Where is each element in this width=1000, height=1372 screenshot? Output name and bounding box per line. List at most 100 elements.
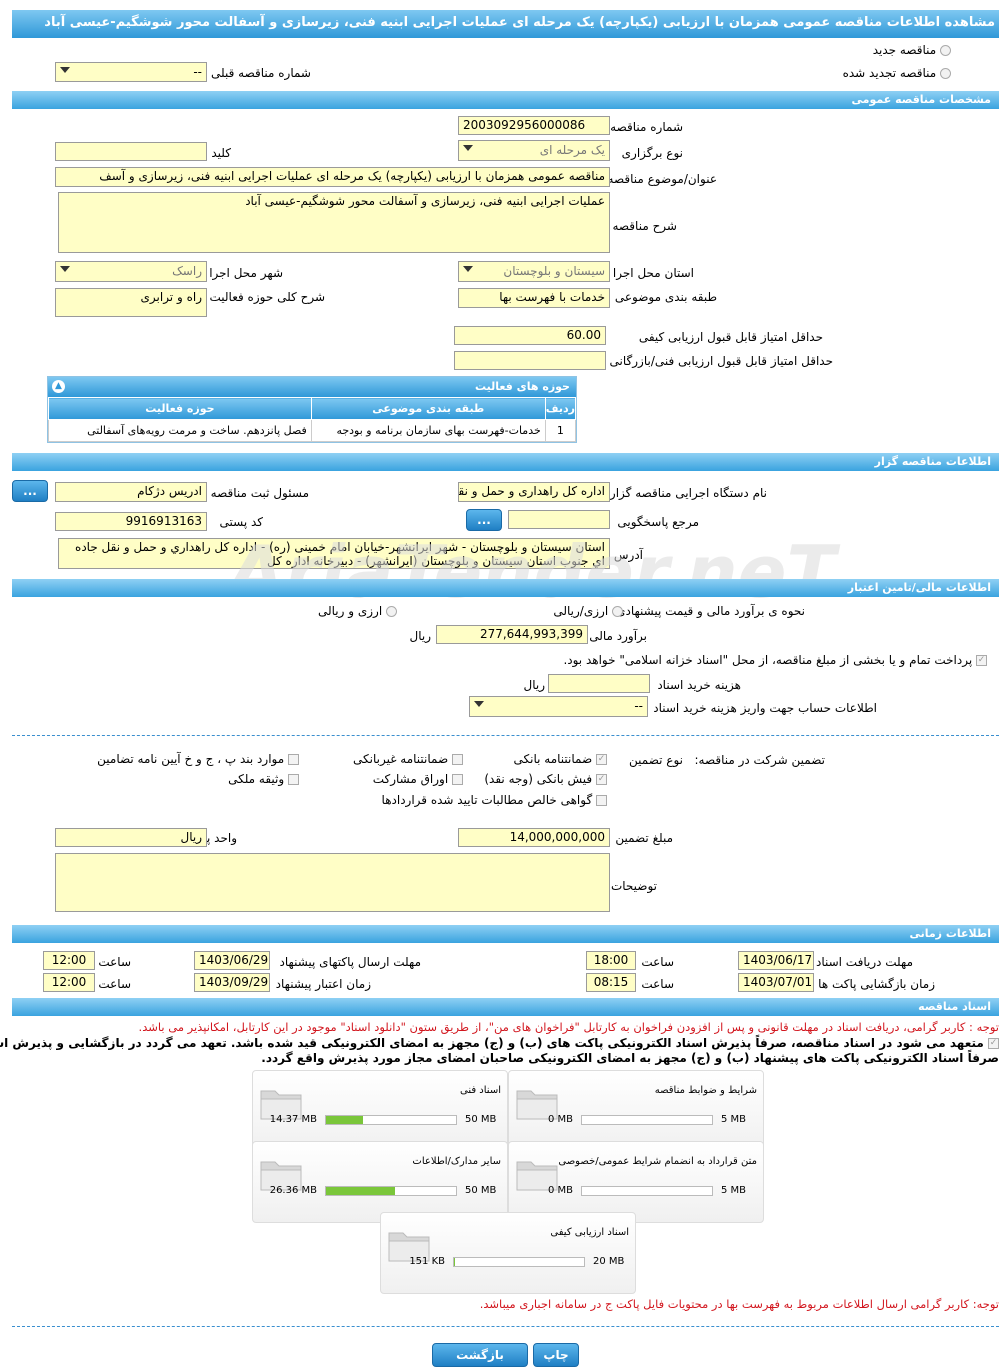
chevron-down-icon: [464, 145, 474, 151]
org-label: نام دستگاه اجرایی مناقصه گزار: [610, 486, 768, 500]
print-button[interactable]: چاپ: [534, 1343, 580, 1367]
description-field[interactable]: عملیات اجرایی ابنیه فنی، زیرسازی و آسفال…: [59, 192, 611, 253]
prev-tender-value: --: [194, 65, 203, 79]
opening-date[interactable]: 1403/07/01: [739, 973, 815, 992]
checkbox-icon: [289, 754, 300, 765]
col-category: طبقه بندی موضوعی: [311, 397, 547, 420]
doc-cost-label: هزینه خرید اسناد: [658, 678, 742, 692]
cell-scope: فصل پانزدهم. ساخت و مرمت رویه‌های آسفالت…: [49, 419, 313, 442]
doc-progress: [454, 1257, 586, 1267]
city-value: راسک: [173, 264, 203, 278]
org-field[interactable]: اداره کل راهداری و حمل و نقل: [459, 482, 611, 502]
receive-deadline-time[interactable]: 18:00: [587, 951, 637, 970]
guarantee-option-claims[interactable]: گواهی خالص مطالبات تایید شده قراردادها: [383, 793, 608, 807]
cell-row: 1: [545, 419, 578, 442]
method-option-1[interactable]: ارزی/ریالی: [554, 604, 624, 618]
general-section-header: مشخصات مناقصه عمومی: [13, 91, 1000, 109]
doc-current-size: 0 MB: [548, 1185, 574, 1196]
scope-field[interactable]: راه و ترابری: [56, 288, 208, 317]
timing-section-header: اطلاعات زمانی: [13, 925, 1000, 943]
validity-time[interactable]: 12:00: [44, 973, 96, 992]
activity-table: ردیف طبقه بندی موضوعی حوزه فعالیت 1 خدما…: [49, 397, 578, 442]
doc-progress: [326, 1186, 458, 1196]
account-select[interactable]: --: [470, 696, 649, 717]
keyword-field[interactable]: [56, 142, 208, 161]
doc-max-size: 50 MB: [466, 1185, 498, 1196]
guarantee-option-nonbank[interactable]: ضمانتنامه غیربانکی: [354, 752, 464, 766]
scope-label: شرح کلی حوزه فعالیت: [210, 290, 327, 304]
province-select[interactable]: سیستان و بلوچستان: [459, 261, 611, 282]
description-label: شرح مناقصه: [613, 219, 678, 233]
doc-current-size: 26.36 MB: [270, 1185, 318, 1196]
prev-tender-label: شماره مناقصه قبلی: [212, 66, 312, 80]
registrar-lookup-button[interactable]: ...: [13, 480, 49, 502]
doc-progress-fill: [327, 1187, 396, 1195]
holding-type-select[interactable]: یک مرحله ای: [459, 140, 611, 161]
estimate-method-label: نحوه ی برآورد مالی و قیمت پیشنهادی: [617, 604, 806, 618]
guarantee-option-label: ضمانتنامه غیربانکی: [353, 752, 450, 766]
new-tender-label: مناقصه جدید: [873, 43, 938, 57]
estimate-field[interactable]: 277,644,993,399: [437, 625, 589, 644]
method-option-2[interactable]: ارزی و ریالی: [319, 604, 398, 618]
holding-type-value: یک مرحله ای: [540, 143, 606, 157]
subject-field[interactable]: مناقصه عمومی همزمان با ارزیابی (یکپارچه)…: [56, 167, 611, 187]
validity-time-label: ساعت: [99, 977, 132, 991]
prev-tender-select[interactable]: --: [56, 62, 208, 82]
postal-code-field[interactable]: 9916913163: [56, 512, 208, 531]
cell-category: خدمات-فهرست بهای سازمان برنامه و بودجه: [311, 419, 547, 442]
reference-field[interactable]: [509, 510, 611, 529]
collapse-icon[interactable]: ▲: [53, 380, 66, 393]
holding-type-label: نوع برگزاری: [622, 146, 684, 160]
guarantee-option-cash[interactable]: ✓ فیش بانکی (وجه نقد): [485, 772, 608, 786]
send-deadline-time[interactable]: 12:00: [44, 951, 96, 970]
chevron-down-icon: [464, 266, 474, 272]
province-value: سیستان و بلوچستان: [504, 264, 606, 278]
validity-date[interactable]: 1403/09/29: [195, 973, 271, 992]
doc-card[interactable]: اسناد ارزیابی کیفی 151 KB 20 MB: [381, 1212, 637, 1294]
doc-progress-fill: [327, 1116, 365, 1124]
doc-card[interactable]: سایر مدارک/اطلاعات 26.36 MB 50 MB: [253, 1141, 509, 1223]
method-option-2-label: ارزی و ریالی: [318, 604, 384, 618]
city-select[interactable]: راسک: [56, 261, 208, 282]
send-deadline-date[interactable]: 1403/06/29: [195, 951, 271, 970]
participation-guarantee-label: تضمین شرکت در مناقصه:: [695, 753, 826, 767]
guarantee-amount-field[interactable]: 14,000,000,000: [459, 828, 611, 847]
opening-time[interactable]: 08:15: [587, 973, 637, 992]
guarantee-option-bank[interactable]: ✓ ضمانتنامه بانکی: [515, 752, 608, 766]
doc-max-size: 5 MB: [722, 1185, 748, 1196]
doc-cost-unit: ریال: [524, 678, 546, 692]
doc-card[interactable]: اسناد فنی 14.37 MB 50 MB: [253, 1070, 509, 1152]
treasury-checkbox[interactable]: ✓ پرداخت تمام و یا بخشی از مبلغ مناقصه، …: [564, 653, 988, 667]
currency-field[interactable]: ریال: [56, 828, 208, 847]
min-quality-label: حداقل امتیاز قابل قبول ارزیابی کیفی: [639, 330, 824, 344]
new-tender-radio[interactable]: مناقصه جدید: [874, 43, 952, 57]
doc-name: اسناد ارزیابی کیفی: [551, 1227, 630, 1238]
back-button[interactable]: بازگشت: [433, 1343, 529, 1367]
method-option-1-label: ارزی/ریالی: [554, 604, 610, 618]
doc-card[interactable]: شرایط و ضوابط مناقصه 0 MB 5 MB: [509, 1070, 765, 1152]
category-field[interactable]: خدمات با فهرست بها: [459, 288, 611, 308]
renewed-tender-radio[interactable]: مناقصه تجدید شده: [844, 66, 952, 80]
guarantee-option-bonds[interactable]: اوراق مشارکت: [374, 772, 464, 786]
receive-deadline-label: مهلت دریافت اسناد: [816, 955, 914, 969]
min-tech-field[interactable]: [455, 351, 607, 370]
page-title: مشاهده اطلاعات مناقصه عمومی همزمان با ار…: [13, 10, 1000, 38]
guarantee-option-clauses[interactable]: موارد بند پ ، ج و خ آیین نامه تضامین: [98, 752, 300, 766]
doc-cost-field[interactable]: [549, 674, 651, 693]
divider: [13, 1326, 1000, 1327]
tender-number-field[interactable]: 2003092956000086: [459, 116, 611, 135]
doc-progress: [326, 1115, 458, 1125]
registrar-field[interactable]: ادریس دژکام: [56, 482, 208, 502]
commitment-checkbox[interactable]: ✓ متعهد می شود در اسناد مناقصه، صرفاً پذ…: [0, 1036, 1000, 1050]
divider: [13, 735, 1000, 736]
col-scope: حوزه فعالیت: [49, 397, 313, 420]
receive-deadline-date[interactable]: 1403/06/17: [739, 951, 815, 970]
min-quality-field[interactable]: 60.00: [455, 326, 607, 345]
registrar-label: مسئول ثبت مناقصه: [211, 486, 310, 500]
doc-current-size: 14.37 MB: [270, 1114, 318, 1125]
reference-lookup-button[interactable]: ...: [467, 509, 503, 531]
notes-field[interactable]: [56, 853, 611, 912]
doc-card[interactable]: متن قرارداد به انضمام شرایط عمومی/خصوصی …: [509, 1141, 765, 1223]
guarantee-amount-label: مبلغ تضمین: [616, 831, 674, 845]
guarantee-option-property[interactable]: وثیقه ملکی: [229, 772, 300, 786]
